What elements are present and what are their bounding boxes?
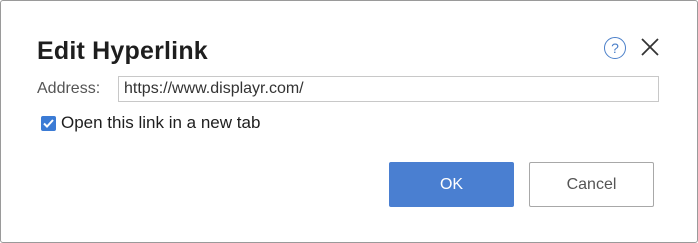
address-label: Address:: [37, 80, 101, 97]
open-in-new-tab-option[interactable]: Open this link in a new tab: [41, 113, 260, 133]
dialog-title: Edit Hyperlink: [37, 37, 208, 65]
cancel-button[interactable]: Cancel: [529, 162, 654, 207]
address-input[interactable]: [118, 76, 659, 102]
help-icon[interactable]: ?: [604, 37, 626, 59]
open-in-new-tab-checkbox[interactable]: [41, 115, 56, 131]
edit-hyperlink-dialog: Edit Hyperlink ? Address: Open this link…: [0, 0, 698, 243]
ok-button[interactable]: OK: [389, 162, 514, 207]
open-in-new-tab-label: Open this link in a new tab: [61, 113, 261, 132]
checkmark-icon: [43, 118, 54, 128]
close-icon[interactable]: [639, 36, 661, 58]
